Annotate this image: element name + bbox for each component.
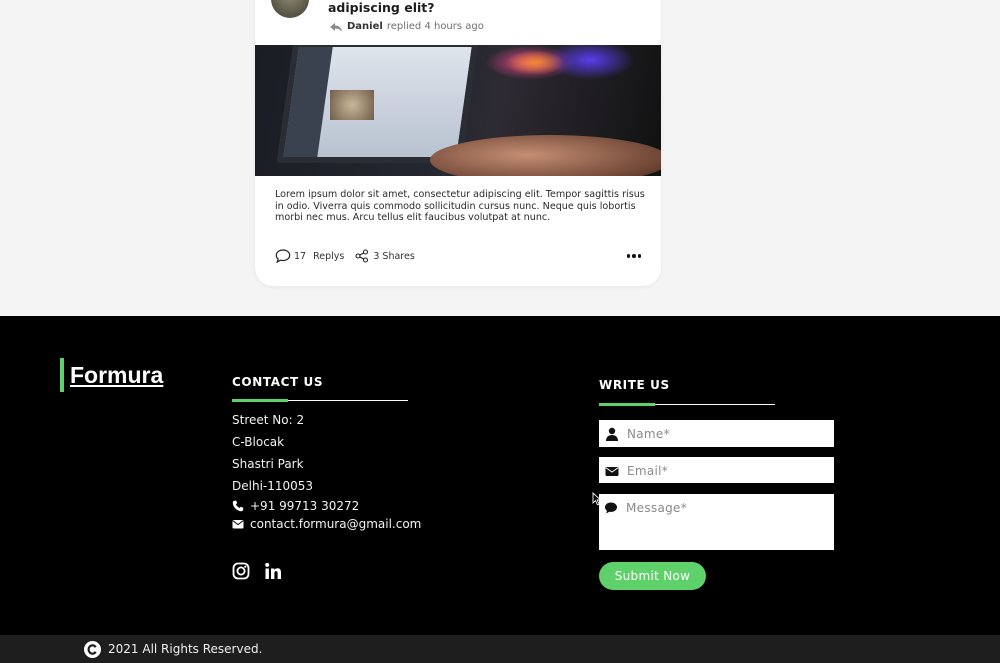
copyright-icon [84, 640, 101, 658]
envelope-icon [232, 520, 244, 529]
replies-count: 17 [294, 250, 307, 262]
address-line-3: Shastri Park [232, 457, 304, 471]
social-links [232, 562, 282, 580]
phone-icon [232, 500, 244, 512]
shares-button[interactable]: 3 Shares [354, 249, 415, 263]
email-row[interactable]: contact.formura@gmail.com [232, 515, 421, 533]
avatar[interactable] [271, 0, 309, 18]
shares-label: 3 Shares [373, 250, 415, 262]
mouse-cursor-icon [592, 492, 602, 506]
replies-button[interactable]: 17 Replys [275, 249, 344, 263]
post-body: Lorem ipsum dolor sit amet, consectetur … [275, 189, 645, 223]
post-image [255, 45, 661, 176]
name-field[interactable]: Name* [599, 420, 834, 447]
message-placeholder: Message* [626, 501, 687, 515]
copyright-text: 2021 All Rights Reserved. [108, 642, 263, 656]
replies-label: Replys [313, 250, 345, 262]
post-meta: Daniel replied 4 hours ago [329, 21, 484, 32]
envelope-icon [605, 467, 619, 476]
address-line-4: Delhi-110053 [232, 479, 314, 493]
post-actions: 17 Replys 3 Shares [275, 249, 641, 263]
post-card: adipiscing elit? Daniel replied 4 hours … [255, 0, 661, 286]
reply-icon [330, 22, 342, 31]
address-line-2: C-Blocak [232, 435, 285, 449]
instagram-icon[interactable] [232, 562, 250, 580]
share-icon [355, 249, 369, 263]
post-title[interactable]: adipiscing elit? [328, 0, 435, 15]
speech-bubble-icon [605, 502, 617, 514]
contact-us-underline [232, 399, 408, 402]
email-address: contact.formura@gmail.com [250, 517, 422, 531]
phone-row[interactable]: +91 99713 30272 [232, 497, 421, 515]
post-meta-time: replied 4 hours ago [386, 21, 484, 32]
write-us-title: WRITE US [599, 378, 670, 392]
comment-icon [275, 249, 291, 263]
post-author[interactable]: Daniel [347, 21, 383, 32]
phone-number: +91 99713 30272 [250, 499, 360, 513]
email-field[interactable]: Email* [599, 457, 834, 483]
name-placeholder: Name* [627, 427, 670, 441]
linkedin-icon[interactable] [264, 562, 282, 580]
submit-button[interactable]: Submit Now [599, 562, 706, 590]
message-field[interactable]: Message* [599, 494, 834, 550]
more-options-icon[interactable] [626, 254, 641, 258]
copyright-bar: 2021 All Rights Reserved. [0, 635, 1000, 663]
footer: Formura CONTACT US Street No: 2 C-Blocak… [0, 316, 1000, 635]
write-us-underline [599, 403, 775, 406]
email-placeholder: Email* [627, 464, 669, 478]
user-icon [606, 427, 618, 441]
address-line-1: Street No: 2 [232, 413, 305, 427]
contact-details: Street No: 2 C-Blocak Shastri Park Delhi… [232, 412, 421, 533]
contact-us-title: CONTACT US [232, 375, 324, 389]
footer-logo[interactable]: Formura [60, 358, 163, 392]
